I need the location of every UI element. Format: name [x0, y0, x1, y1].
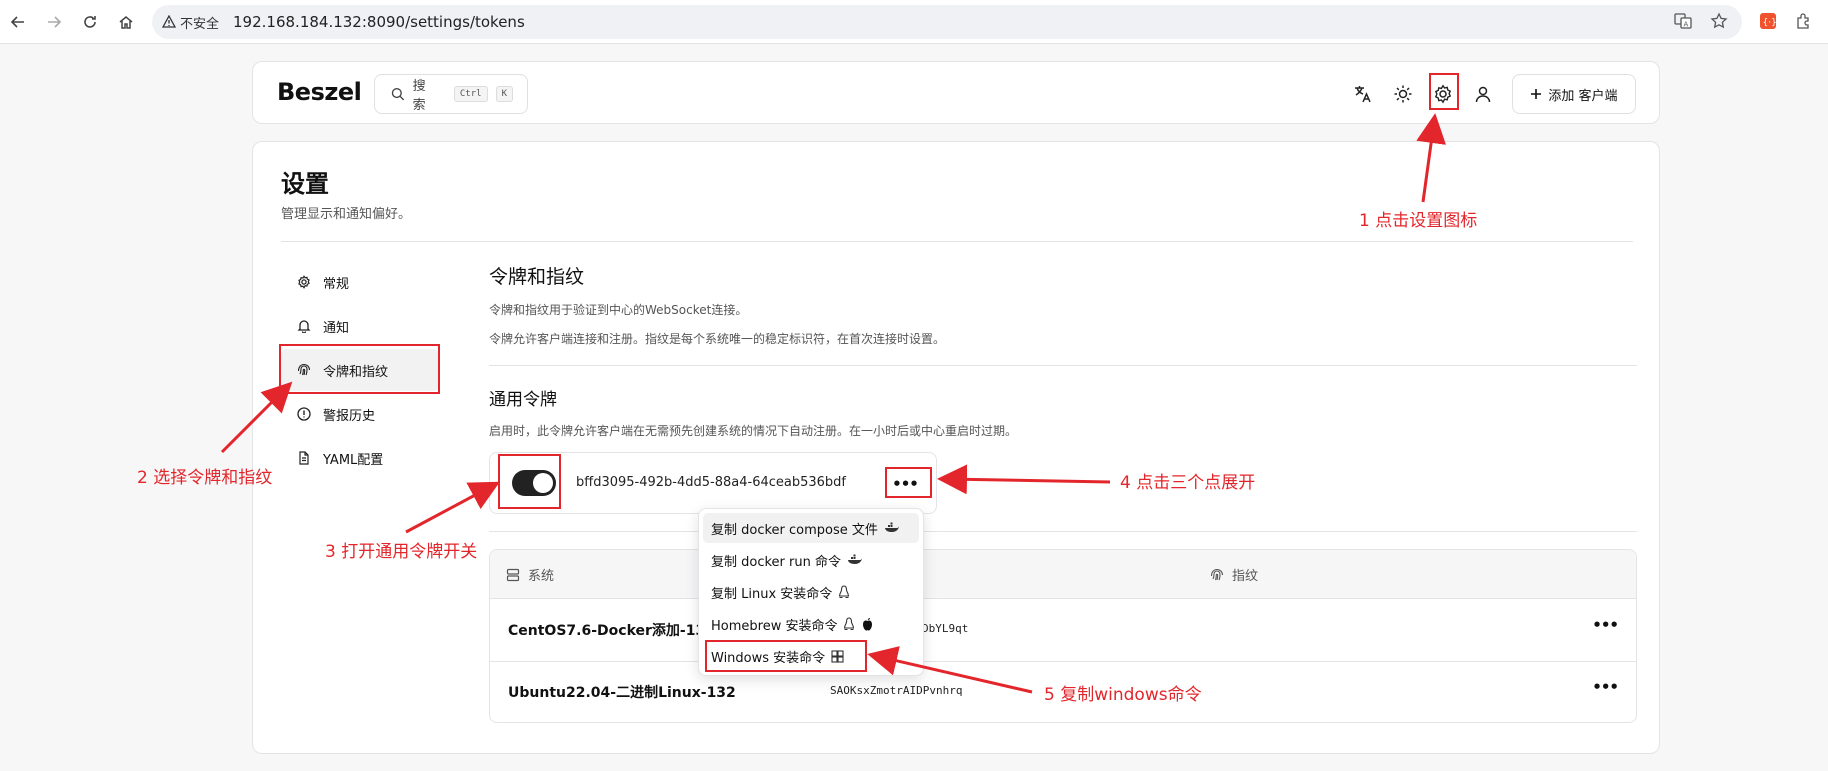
annotation-arrow-5	[867, 646, 1033, 694]
annotation-arrows	[220, 113, 1446, 694]
annotation-label-3: 3 打开通用令牌开关	[325, 542, 478, 562]
annotation-arrow-3	[405, 481, 500, 534]
annotation-label-2: 2 选择令牌和指纹	[137, 468, 273, 488]
annotation-arrow-1	[1416, 113, 1446, 203]
annotation-label-1: 1 点击设置图标	[1359, 211, 1478, 231]
annotation-arrow-2	[220, 381, 293, 454]
annotation-arrow-4	[937, 464, 1111, 495]
annotation-label-5: 5 复制windows命令	[1044, 685, 1202, 705]
annotation-label-4: 4 点击三个点展开	[1120, 473, 1256, 493]
